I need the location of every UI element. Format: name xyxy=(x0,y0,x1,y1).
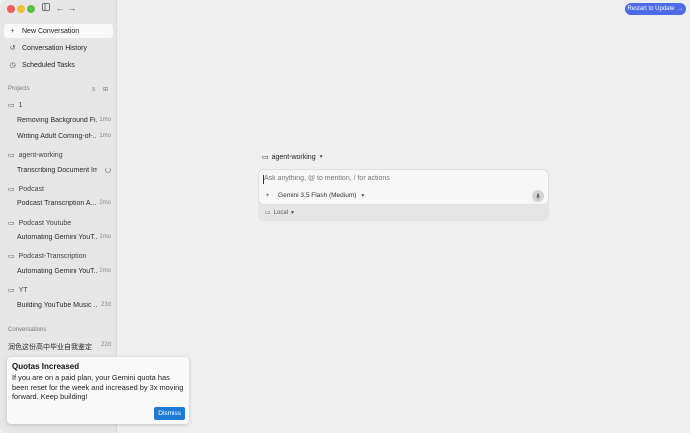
workspace-name: agent-working xyxy=(271,153,316,161)
toast-title: Quotas Increased xyxy=(12,362,80,371)
list-item[interactable]: Removing Background Fi... 1mo xyxy=(17,117,111,124)
close-window-button[interactable] xyxy=(7,5,15,13)
folder-icon: ▭ xyxy=(262,154,269,161)
folder-icon: ▭ xyxy=(8,152,15,159)
project-folder[interactable]: ▭ Podcast xyxy=(8,185,44,194)
update-label: Restart to Update xyxy=(627,6,675,12)
projects-heading: Projects xyxy=(8,86,30,92)
folder-icon: ▭ xyxy=(8,287,15,294)
project-folder[interactable]: ▭ 1 xyxy=(8,101,23,110)
arrow-right-icon: → xyxy=(677,6,684,12)
list-item[interactable]: Transcribing Document Im... xyxy=(17,167,111,174)
filter-icon[interactable]: ≡ xyxy=(92,87,96,93)
conversation-age: 1mo xyxy=(99,133,111,139)
loading-spinner-icon xyxy=(105,167,111,173)
laptop-icon: ▭ xyxy=(265,210,271,216)
location-selector[interactable]: ▭ Local ▼ xyxy=(265,209,295,217)
microphone-icon[interactable] xyxy=(532,190,544,202)
conversation-title: Removing Background Fi... xyxy=(17,117,97,124)
projects-toolbar: ≡ ⊞ xyxy=(92,86,108,93)
chevron-down-icon: ▼ xyxy=(360,192,366,199)
project-name: agent-working xyxy=(18,151,63,159)
plus-icon: + xyxy=(10,27,15,35)
list-item[interactable]: Automating Gemini YouT... 2mo xyxy=(17,268,111,275)
app-window: ← → + New Conversation ↺ Conversation Hi… xyxy=(0,0,690,433)
conversation-age: 2mo xyxy=(99,268,111,274)
nav-label: Scheduled Tasks xyxy=(22,61,75,69)
project-name: Podcast Youtube xyxy=(18,219,72,227)
chevron-down-icon: ▼ xyxy=(290,209,295,216)
conversation-age: 22d xyxy=(100,342,111,348)
workspace-selector[interactable]: ▭ agent-working ▼ xyxy=(262,153,324,162)
nav-label: Conversation History xyxy=(22,44,87,52)
folder-icon: ▭ xyxy=(8,102,15,109)
conversation-title: Transcribing Document Im... xyxy=(17,167,97,174)
folder-icon: ▭ xyxy=(8,220,15,227)
conversation-history-button[interactable]: ↺ Conversation History xyxy=(4,41,113,55)
quota-toast: Quotas Increased If you are on a paid pl… xyxy=(7,357,189,424)
project-name: Podcast-Transcription xyxy=(18,252,87,260)
conversation-age: 1mo xyxy=(99,117,111,123)
folder-icon: ▭ xyxy=(8,186,15,193)
list-item[interactable]: Building YouTube Music ... 23d xyxy=(17,302,111,309)
project-name: Podcast xyxy=(18,185,44,193)
chevron-down-icon: ▼ xyxy=(318,154,324,160)
list-item[interactable]: Automating Gemini YouT... 1mo xyxy=(17,234,111,241)
conversation-title: Automating Gemini YouT... xyxy=(17,234,97,241)
conversation-title: Automating Gemini YouT... xyxy=(17,268,97,275)
sidebar-toggle-icon[interactable] xyxy=(41,3,51,14)
composer: ✦ Gemini 3.5 Flash (Medium) ▼ ▭ Local ▼ xyxy=(258,169,549,221)
conversations-heading: Conversations xyxy=(8,327,47,333)
restart-to-update-button[interactable]: Restart to Update → xyxy=(625,3,686,15)
list-item[interactable]: Writing Adult Coming-of-... 1mo xyxy=(17,133,111,140)
new-folder-icon[interactable]: ⊞ xyxy=(103,87,108,93)
new-conversation-button[interactable]: + New Conversation xyxy=(4,24,113,38)
list-item[interactable]: Podcast Transcription A... 2mo xyxy=(17,200,111,207)
conversation-title: Building YouTube Music ... xyxy=(17,302,97,309)
list-item[interactable]: 润色这份高中毕业自我鉴定（... 22d xyxy=(8,342,111,352)
project-name: YT xyxy=(18,286,28,294)
history-icon: ↺ xyxy=(9,45,16,52)
model-name: Gemini 3.5 Flash (Medium) xyxy=(278,192,357,199)
conversation-age: 1mo xyxy=(99,234,111,240)
folder-icon: ▭ xyxy=(8,253,15,260)
titlebar: ← → xyxy=(0,0,117,18)
forward-arrow-icon[interactable]: → xyxy=(67,3,77,14)
back-arrow-icon[interactable]: ← xyxy=(55,3,65,14)
prompt-input[interactable] xyxy=(264,175,534,182)
project-name: 1 xyxy=(18,101,23,109)
scheduled-tasks-button[interactable]: ◷ Scheduled Tasks xyxy=(4,58,113,72)
location-label: Local xyxy=(273,209,289,216)
zoom-window-button[interactable] xyxy=(27,5,35,13)
sparkle-icon: ✦ xyxy=(265,193,271,199)
conversation-title: 润色这份高中毕业自我鉴定（... xyxy=(8,344,96,351)
project-folder[interactable]: ▭ Podcast-Transcription xyxy=(8,252,87,261)
model-selector[interactable]: ✦ Gemini 3.5 Flash (Medium) ▼ xyxy=(265,192,365,199)
minimize-window-button[interactable] xyxy=(17,5,25,13)
nav-label: New Conversation xyxy=(22,27,80,35)
composer-box: ✦ Gemini 3.5 Flash (Medium) ▼ xyxy=(258,169,549,205)
conversation-age: 23d xyxy=(100,302,111,308)
project-folder[interactable]: ▭ Podcast Youtube xyxy=(8,219,72,228)
dismiss-button[interactable]: Dismiss xyxy=(154,407,185,420)
conversation-title: Writing Adult Coming-of-... xyxy=(17,133,97,140)
clock-icon: ◷ xyxy=(9,62,16,69)
toast-message: If you are on a paid plan, your Gemini q… xyxy=(12,373,184,402)
project-folder[interactable]: ▭ agent-working xyxy=(8,151,63,160)
conversation-age: 2mo xyxy=(99,200,111,206)
project-folder[interactable]: ▭ YT xyxy=(8,286,28,295)
conversation-title: Podcast Transcription A... xyxy=(17,200,97,207)
